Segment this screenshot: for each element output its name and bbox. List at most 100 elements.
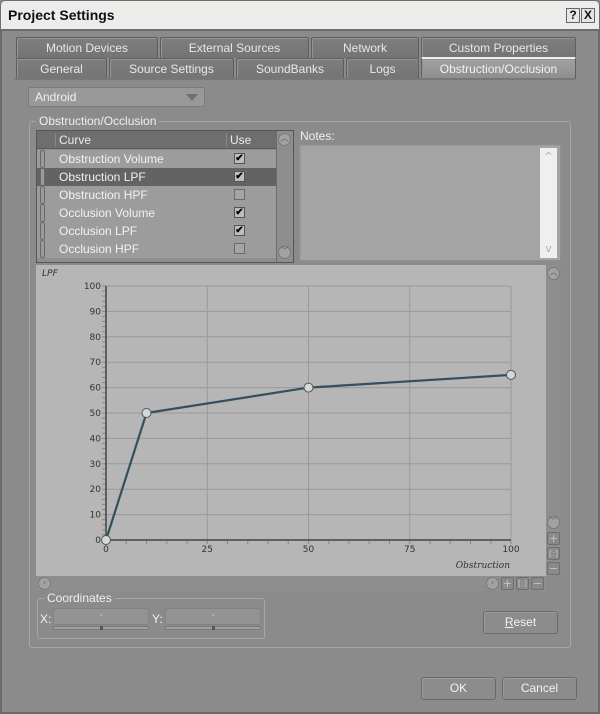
y-coordinate-field[interactable]: - [165,608,261,625]
tab-general[interactable]: General [16,58,107,79]
ok-button[interactable]: OK [421,677,496,700]
y-tick-label: 0 [95,536,101,546]
curve-name: Obstruction Volume [59,152,164,166]
reset-button[interactable]: Reset [483,611,558,634]
x-coordinate-field[interactable]: - [53,608,149,625]
curve-name: Obstruction LPF [59,170,146,184]
drag-handle-icon[interactable] [40,186,45,204]
graph-horizontal-scrollbar[interactable]: ‹ › + [:] − [36,576,546,591]
y-axis-label: LPF [42,269,58,279]
tab-motion-devices[interactable]: Motion Devices [16,37,158,58]
column-header-curve[interactable]: Curve [59,133,91,147]
scroll-down-icon[interactable]: ﹀ [278,246,291,259]
curve-name: Occlusion HPF [59,242,140,256]
obstruction-occlusion-group-label: Obstruction/Occlusion [36,114,160,128]
curve-table-scrollbar[interactable]: ︿ ﹀ [276,131,293,262]
curve-point[interactable] [141,408,152,418]
notes-scrollbar[interactable]: ^ v [540,148,557,258]
tab-obstruction-occlusion[interactable]: Obstruction/Occlusion [421,57,576,79]
curve-name: Occlusion LPF [59,224,138,238]
scroll-down-icon[interactable]: v [540,242,557,255]
horizontal-zoom-fit-icon[interactable]: [:] [516,577,529,590]
curve-row[interactable]: Obstruction HPF [37,186,277,204]
curve-graph-svg[interactable]: 0 10 20 30 40 50 60 70 80 90 100 0 25 50 75 100 LPF Obs… [36,265,546,576]
y-tick-label: 100 [84,282,101,292]
x-tick-label: 100 [502,545,519,555]
curve-point[interactable] [101,535,111,545]
curve-row[interactable]: Occlusion Volume ✔ [37,204,277,222]
help-icon[interactable]: ? [566,8,580,23]
drag-handle-icon[interactable] [40,222,45,240]
drag-handle-icon[interactable] [40,204,45,222]
curve-point[interactable] [506,369,516,380]
x-tick-label: 25 [202,545,213,555]
y-tick-label: 90 [90,307,102,317]
y-coordinate-slider[interactable] [165,626,261,630]
vertical-zoom-out-icon[interactable]: − [547,562,560,575]
platform-dropdown-value: Android [35,90,77,104]
column-header-use[interactable]: Use [230,133,251,147]
x-axis-label: Obstruction [456,561,510,571]
use-checkbox[interactable]: ✔ [234,153,245,164]
curve-row[interactable]: Obstruction LPF ✔ [37,168,277,186]
horizontal-zoom-out-icon[interactable]: − [531,577,544,590]
horizontal-zoom-in-icon[interactable]: + [501,577,514,590]
y-tick-label: 60 [90,384,102,394]
scroll-down-icon[interactable]: ﹀ [547,516,560,529]
use-checkbox[interactable] [234,189,245,200]
tab-network[interactable]: Network [311,37,419,58]
notes-textarea[interactable]: ^ v [299,144,561,261]
curve-row[interactable]: Obstruction Volume ✔ [37,150,277,168]
vertical-zoom-in-icon[interactable]: + [547,532,560,545]
title-bar: Project Settings ? X [0,0,600,30]
window-title: Project Settings [8,7,115,23]
scroll-up-icon[interactable]: ︿ [278,133,291,146]
curve-name: Occlusion Volume [59,206,156,220]
slider-thumb[interactable] [212,626,215,630]
platform-dropdown[interactable]: Android [28,87,205,107]
x-tick-label: 75 [404,545,415,555]
scroll-right-icon[interactable]: › [486,577,499,590]
tab-soundbanks[interactable]: SoundBanks [236,58,344,79]
use-checkbox[interactable] [234,243,245,254]
curve-point[interactable] [303,382,314,393]
column-separator [226,133,227,147]
vertical-zoom-fit-icon[interactable]: [:] [547,547,560,560]
scroll-up-icon[interactable]: ︿ [547,267,560,280]
drag-handle-icon[interactable] [40,150,45,168]
curve-graph[interactable]: 0 10 20 30 40 50 60 70 80 90 100 0 25 50 75 100 LPF Obs… [36,265,546,576]
drag-handle-icon[interactable] [40,168,45,186]
chevron-down-icon [186,94,198,101]
tab-strip-divider [15,78,575,80]
notes-label: Notes: [300,129,335,143]
tab-logs[interactable]: Logs [346,58,419,79]
drag-handle-icon[interactable] [40,240,45,258]
y-tick-label: 70 [90,358,102,368]
curve-table-header: Curve Use [37,131,277,149]
column-separator [55,133,56,147]
tab-external-sources[interactable]: External Sources [160,37,309,58]
curve-table: Curve Use Obstruction Volume ✔ Obstruction… [36,130,294,263]
curve-row[interactable]: Occlusion HPF [37,240,277,258]
scroll-up-icon[interactable]: ^ [540,150,557,163]
scroll-left-icon[interactable]: ‹ [38,577,51,590]
x-coordinate-slider[interactable] [53,626,149,630]
use-checkbox[interactable]: ✔ [234,171,245,182]
curve-row[interactable]: Occlusion LPF ✔ [37,222,277,240]
y-coordinate-label: Y: [152,612,163,626]
tab-source-settings[interactable]: Source Settings [109,58,234,79]
tab-custom-properties[interactable]: Custom Properties [421,37,576,58]
coordinates-group-label: Coordinates [44,591,115,605]
graph-vertical-scrollbar[interactable]: ︿ ﹀ + [:] − [546,265,561,576]
use-checkbox[interactable]: ✔ [234,207,245,218]
cancel-button[interactable]: Cancel [502,677,577,700]
close-icon[interactable]: X [581,8,595,23]
y-tick-label: 80 [90,333,102,343]
use-checkbox[interactable]: ✔ [234,225,245,236]
reset-label: eset [513,615,537,629]
y-tick-label: 40 [90,434,102,444]
y-tick-label: 50 [90,409,102,419]
slider-thumb[interactable] [100,626,103,630]
curve-name: Obstruction HPF [59,188,148,202]
x-tick-label: 50 [303,545,315,555]
